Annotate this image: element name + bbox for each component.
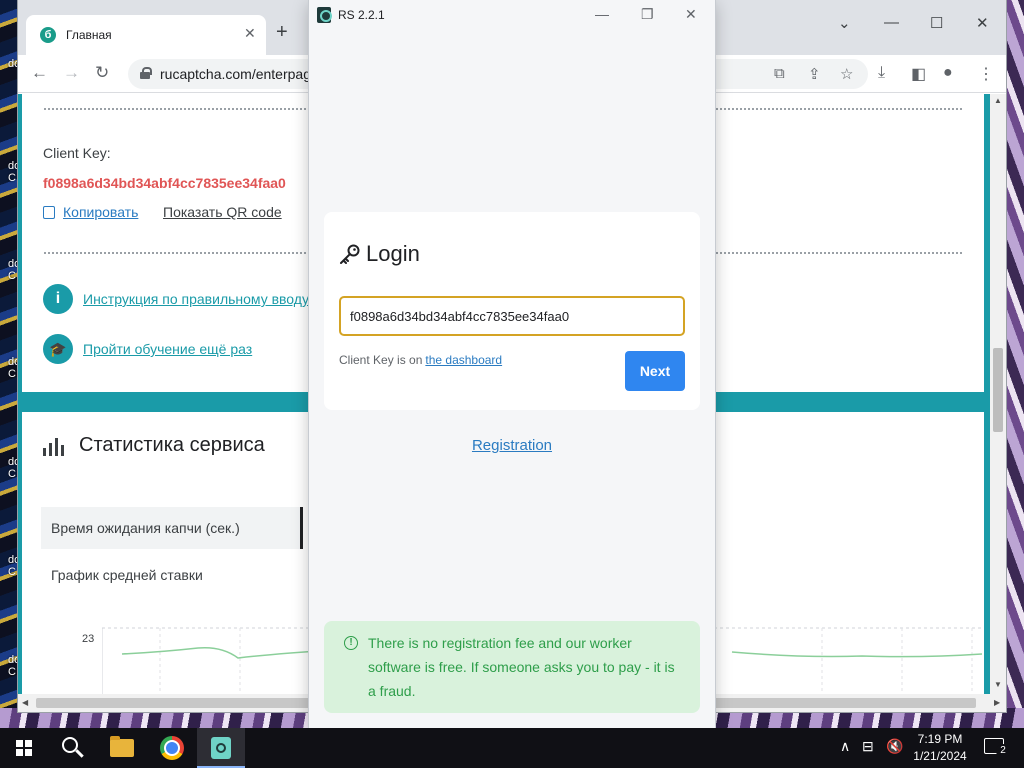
- wait-time-label: Время ожидания капчи (сек.): [51, 520, 240, 536]
- windows-logo-icon: [16, 740, 32, 756]
- instruction-link[interactable]: Инструкция по правильному вводу: [83, 291, 309, 307]
- client-key-hint: Client Key is on the dashboard: [339, 353, 502, 367]
- new-tab-icon[interactable]: +: [276, 22, 288, 42]
- hint-text: Client Key is on: [339, 353, 423, 367]
- client-key-input[interactable]: [339, 296, 685, 336]
- scroll-up-icon[interactable]: ▲: [994, 96, 1002, 105]
- search-icon: [62, 737, 78, 753]
- volume-muted-icon[interactable]: 🔇: [886, 738, 903, 755]
- copy-icon: [43, 206, 55, 219]
- dashboard-link[interactable]: the dashboard: [425, 353, 502, 367]
- folder-icon: [110, 736, 134, 757]
- rs-title-bar: RS 2.2.1 — ❐ ✕: [309, 0, 715, 30]
- reload-icon[interactable]: ↻: [95, 63, 109, 83]
- network-icon[interactable]: ⊟: [862, 738, 874, 755]
- stats-title: Статистика сервиса: [79, 434, 265, 456]
- rs-window-title: RS 2.2.1: [338, 8, 385, 22]
- taskbar-chrome[interactable]: [148, 728, 196, 768]
- back-icon[interactable]: ←: [31, 63, 48, 83]
- vertical-scrollbar[interactable]: ▲ ▼: [990, 94, 1006, 694]
- clock[interactable]: 7:19 PM 1/21/2024: [910, 731, 970, 765]
- tab-title: Главная: [66, 28, 112, 42]
- copy-link[interactable]: Копировать: [43, 204, 138, 220]
- show-qr-link[interactable]: Показать QR code: [163, 204, 282, 220]
- maximize-icon[interactable]: ☐: [930, 14, 943, 32]
- rs-app-icon: [211, 737, 231, 759]
- side-panel-icon[interactable]: ◧: [911, 64, 926, 84]
- chart-tick-label: 23: [82, 633, 95, 645]
- desktop-wallpaper-right: [1004, 0, 1024, 728]
- clock-time: 7:19 PM: [917, 732, 963, 746]
- login-card: Login Client Key is onthe dashboard Next: [324, 212, 700, 410]
- wait-time-tab[interactable]: Время ожидания капчи (сек.): [41, 507, 303, 549]
- info-icon: i: [43, 284, 73, 314]
- rs-app-icon: [317, 7, 332, 23]
- registration-link[interactable]: Registration: [309, 437, 715, 454]
- info-circle-icon: !: [344, 636, 358, 650]
- graduation-cap-icon: 🎓: [43, 334, 73, 364]
- next-button[interactable]: Next: [625, 351, 685, 391]
- training-link[interactable]: Пройти обучение ещё раз: [83, 341, 252, 357]
- close-window-icon[interactable]: ✕: [976, 14, 989, 32]
- client-key-label: Client Key:: [43, 145, 111, 161]
- minimize-icon[interactable]: —: [595, 6, 609, 22]
- copy-link-label: Копировать: [63, 204, 139, 220]
- profile-avatar-icon[interactable]: ●: [943, 64, 953, 82]
- vertical-scroll-thumb[interactable]: [993, 348, 1003, 432]
- clock-date: 1/21/2024: [913, 749, 967, 763]
- browser-tab[interactable]: б Главная ✕: [26, 15, 266, 55]
- minimize-icon[interactable]: —: [884, 14, 899, 31]
- taskbar-search-button[interactable]: [48, 728, 96, 768]
- notice-text: There is no registration fee and our wor…: [368, 635, 675, 699]
- key-icon: [340, 244, 360, 264]
- scroll-down-icon[interactable]: ▼: [994, 680, 1002, 689]
- chrome-icon: [160, 736, 184, 760]
- tab-search-chevron-icon[interactable]: ⌄: [838, 14, 851, 32]
- client-key-value: f0898a6d34bd34abf4cc7835ee34faa0: [43, 175, 286, 191]
- restore-icon[interactable]: ❐: [641, 6, 654, 23]
- avg-bid-label: График средней ставки: [51, 567, 203, 583]
- bookmark-star-icon[interactable]: ☆: [840, 65, 853, 83]
- site-favicon-icon: б: [40, 27, 56, 43]
- bar-chart-icon: [43, 438, 65, 456]
- share-icon[interactable]: ⇪: [808, 65, 821, 83]
- tray-chevron-icon[interactable]: ∧: [840, 738, 850, 755]
- scroll-left-icon[interactable]: ◀: [22, 698, 28, 707]
- rs-app-window: RS 2.2.1 — ❐ ✕ Login Client Key is onthe…: [309, 0, 715, 728]
- lock-icon[interactable]: [140, 67, 152, 79]
- kebab-menu-icon[interactable]: ⋮: [978, 64, 994, 84]
- taskbar-file-explorer[interactable]: [98, 728, 146, 768]
- translate-icon[interactable]: ⧉: [774, 65, 785, 82]
- close-tab-icon[interactable]: ✕: [244, 25, 256, 42]
- close-window-icon[interactable]: ✕: [685, 6, 697, 23]
- taskbar: ∧ ⊟ 🔇 7:19 PM 1/21/2024 2: [0, 728, 1024, 768]
- notification-count-badge: 2: [996, 744, 1010, 758]
- url-text[interactable]: rucaptcha.com/enterpage: [160, 66, 319, 82]
- start-button[interactable]: [0, 728, 48, 768]
- scroll-right-icon[interactable]: ▶: [994, 698, 1000, 707]
- free-software-notice: ! There is no registration fee and our w…: [324, 621, 700, 713]
- download-icon[interactable]: ⤓: [878, 64, 885, 82]
- taskbar-rs-app[interactable]: [197, 728, 245, 768]
- login-title: Login: [366, 241, 420, 266]
- forward-icon[interactable]: →: [63, 63, 80, 83]
